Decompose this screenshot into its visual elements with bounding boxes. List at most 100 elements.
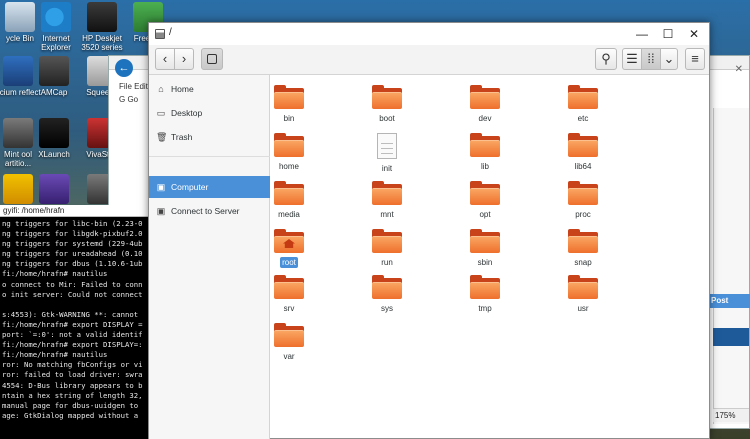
- desktop-icon-label: AMCap: [40, 88, 68, 97]
- file-item-sbin[interactable]: sbin: [455, 229, 515, 268]
- folder-icon: [372, 85, 402, 109]
- file-item-snap[interactable]: snap: [553, 229, 613, 268]
- trash-icon: 🗑: [156, 132, 168, 142]
- close-button[interactable]: ✕: [677, 25, 711, 43]
- folder-icon: [470, 229, 500, 253]
- file-item-dev[interactable]: dev: [455, 85, 515, 124]
- sidebar-item-label: Trash: [171, 132, 193, 142]
- file-item-boot[interactable]: boot: [357, 85, 417, 124]
- folder-icon: [274, 181, 304, 205]
- file-item-opt[interactable]: opt: [455, 181, 515, 220]
- folder-icon: [372, 229, 402, 253]
- folder-icon: [568, 181, 598, 205]
- internet-explorer-icon: [41, 2, 71, 32]
- menu-button[interactable]: ≡: [685, 48, 705, 70]
- window-titlebar[interactable]: / — ☐ ✕: [149, 23, 709, 45]
- home-folder-icon: [274, 229, 304, 253]
- post-button[interactable]: Post: [707, 294, 750, 308]
- window-title: /: [169, 27, 172, 38]
- file-item-label: home: [278, 162, 299, 171]
- file-item-lib[interactable]: lib: [455, 133, 515, 172]
- file-item-bin[interactable]: bin: [259, 85, 319, 124]
- folder-icon: [274, 323, 304, 347]
- desktop-icon-label: XLaunch: [38, 150, 70, 159]
- file-icon: [377, 133, 397, 159]
- file-manager-window: / — ☐ ✕ ‹ › ⚲ ☰ ⁞⁞ ⌄ ≡ ⌂ Home ▭ Desktop …: [148, 22, 710, 439]
- grid-view-button[interactable]: ⁞⁞: [641, 48, 661, 70]
- file-item-label: lib64: [574, 162, 592, 171]
- terminal-window[interactable]: gyifi: /home/hrafn ng triggers for libc-…: [0, 205, 152, 439]
- folder-icon: [568, 85, 598, 109]
- file-item-etc[interactable]: etc: [553, 85, 613, 124]
- sidebar-item-label: Connect to Server: [171, 206, 240, 216]
- file-item-root[interactable]: root: [259, 229, 319, 268]
- browser-menu[interactable]: File Edit: [119, 82, 148, 91]
- file-item-label: mnt: [380, 210, 394, 219]
- file-item-home[interactable]: home: [259, 133, 319, 172]
- sidebar-item-home[interactable]: ⌂ Home: [149, 78, 270, 100]
- app-icon: [39, 174, 69, 204]
- sidebar-item-trash[interactable]: 🗑 Trash: [149, 126, 270, 148]
- xlaunch-icon: [39, 118, 69, 148]
- file-item-label: media: [278, 210, 300, 219]
- desktop-icon: ▭: [156, 108, 166, 118]
- browser-bookmark[interactable]: G Go: [119, 95, 138, 104]
- file-item-label: usr: [577, 304, 589, 313]
- file-item-label: tmp: [478, 304, 492, 313]
- file-item-label: snap: [574, 258, 592, 267]
- sidebar-item-computer[interactable]: ▣ Computer: [149, 176, 270, 198]
- file-item-label: root: [280, 257, 298, 268]
- file-item-lib64[interactable]: lib64: [553, 133, 613, 172]
- folder-icon: [470, 181, 500, 205]
- back-arrow-icon[interactable]: ←: [115, 59, 133, 77]
- desktop-icon-label: HP Deskjet 3520 series: [81, 34, 123, 52]
- folder-icon: [372, 181, 402, 205]
- file-item-var[interactable]: var: [259, 323, 319, 362]
- file-item-sys[interactable]: sys: [357, 275, 417, 314]
- sidebar: ⌂ Home ▭ Desktop 🗑 Trash ▣ Computer ▣ Co…: [149, 75, 270, 439]
- file-item-srv[interactable]: srv: [259, 275, 319, 314]
- folder-icon: [372, 275, 402, 299]
- zoom-level[interactable]: 175%: [713, 408, 749, 422]
- file-item-proc[interactable]: proc: [553, 181, 613, 220]
- sidebar-item-label: Computer: [171, 182, 209, 192]
- window-icon: [155, 29, 165, 39]
- browser-close-icon[interactable]: ✕: [735, 64, 743, 75]
- folder-icon: [274, 133, 304, 157]
- folder-icon: [470, 133, 500, 157]
- folder-icon: [470, 275, 500, 299]
- folder-icon: [568, 133, 598, 157]
- file-item-label: dev: [478, 114, 492, 123]
- file-item-run[interactable]: run: [357, 229, 417, 268]
- sidebar-item-connect-to-server[interactable]: ▣ Connect to Server: [149, 200, 270, 222]
- file-grid: bin boot dev etc home init lib lib64 media mnt opt…: [271, 75, 709, 439]
- sidebar-item-label: Home: [171, 84, 194, 94]
- file-item-label: bin: [283, 114, 295, 123]
- file-item-label: sbin: [477, 258, 493, 267]
- search-button[interactable]: ⚲: [595, 48, 617, 70]
- file-item-tmp[interactable]: tmp: [455, 275, 515, 314]
- folder-icon: [568, 275, 598, 299]
- back-button[interactable]: ‹: [155, 48, 175, 70]
- sidebar-item-label: Desktop: [171, 108, 203, 118]
- list-view-button[interactable]: ☰: [622, 48, 642, 70]
- file-item-label: var: [283, 352, 295, 361]
- file-item-usr[interactable]: usr: [553, 275, 613, 314]
- forward-button[interactable]: ›: [174, 48, 194, 70]
- file-item-init[interactable]: init: [357, 133, 417, 174]
- browser-right-panel: [713, 108, 749, 424]
- folder-icon: [274, 85, 304, 109]
- server-icon: ▣: [156, 206, 166, 216]
- file-item-mnt[interactable]: mnt: [357, 181, 417, 220]
- file-item-label: proc: [575, 210, 591, 219]
- file-item-label: init: [381, 164, 393, 173]
- path-bar-root-button[interactable]: [201, 48, 223, 70]
- file-item-label: sys: [381, 304, 393, 313]
- sidebar-item-desktop[interactable]: ▭ Desktop: [149, 102, 270, 124]
- view-options-button[interactable]: ⌄: [660, 48, 678, 70]
- file-item-media[interactable]: media: [259, 181, 319, 220]
- home-icon: ⌂: [158, 84, 164, 94]
- drive-icon: [207, 54, 217, 64]
- terminal-output[interactable]: ng triggers for libc-bin (2.23-0 ng trig…: [0, 217, 152, 423]
- terminal-title: gyifi: /home/hrafn: [0, 205, 152, 217]
